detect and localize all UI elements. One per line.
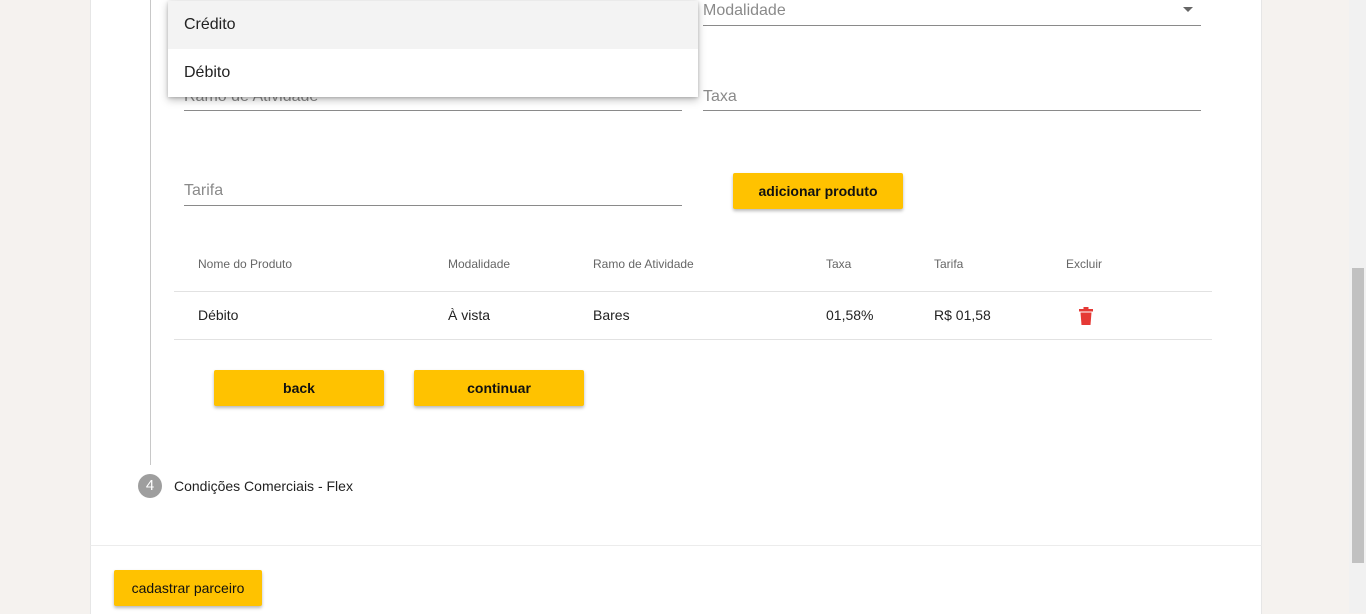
taxa-label: Taxa — [703, 88, 737, 105]
header-taxa: Taxa — [826, 257, 852, 271]
cell-tarifa: R$ 01,58 — [934, 307, 991, 323]
scrollbar-thumb[interactable] — [1352, 268, 1364, 563]
dropdown-option-credito[interactable]: Crédito — [168, 1, 698, 49]
back-button[interactable]: back — [214, 370, 384, 406]
step-label-condicoes-comerciais[interactable]: Condições Comerciais - Flex — [174, 478, 353, 494]
add-product-button[interactable]: adicionar produto — [733, 173, 903, 209]
header-modalidade: Modalidade — [448, 257, 511, 271]
dropdown-option-debito[interactable]: Débito — [168, 49, 698, 97]
stepper-line — [150, 0, 151, 465]
scrollbar-track[interactable] — [1349, 0, 1366, 613]
header-tarifa: Tarifa — [934, 257, 964, 271]
taxa-input[interactable]: Taxa — [703, 84, 1201, 111]
cell-nome-produto: Débito — [198, 307, 239, 323]
cell-modalidade: À vista — [448, 307, 491, 323]
tarifa-input[interactable]: Tarifa — [184, 178, 682, 206]
table-header-divider — [174, 291, 1212, 292]
header-excluir: Excluir — [1066, 257, 1103, 271]
header-ramo-atividade: Ramo de Atividade — [593, 257, 694, 271]
table-row-divider — [174, 339, 1212, 340]
trash-icon[interactable] — [1078, 307, 1094, 325]
chevron-down-icon — [1183, 7, 1193, 12]
continue-button[interactable]: continuar — [414, 370, 584, 406]
tarifa-label: Tarifa — [184, 182, 224, 199]
register-partner-button[interactable]: cadastrar parceiro — [114, 570, 262, 606]
modalidade-label: Modalidade — [703, 2, 786, 19]
cell-taxa: 01,58% — [826, 307, 874, 323]
modalidade-dropdown-menu: Crédito Débito — [168, 1, 698, 97]
cell-ramo-atividade: Bares — [593, 307, 630, 323]
step-number-4: 4 — [138, 474, 162, 498]
modalidade-select[interactable]: Modalidade — [703, 0, 1201, 26]
footer-bar — [90, 545, 1262, 614]
header-nome-produto: Nome do Produto — [198, 257, 293, 271]
